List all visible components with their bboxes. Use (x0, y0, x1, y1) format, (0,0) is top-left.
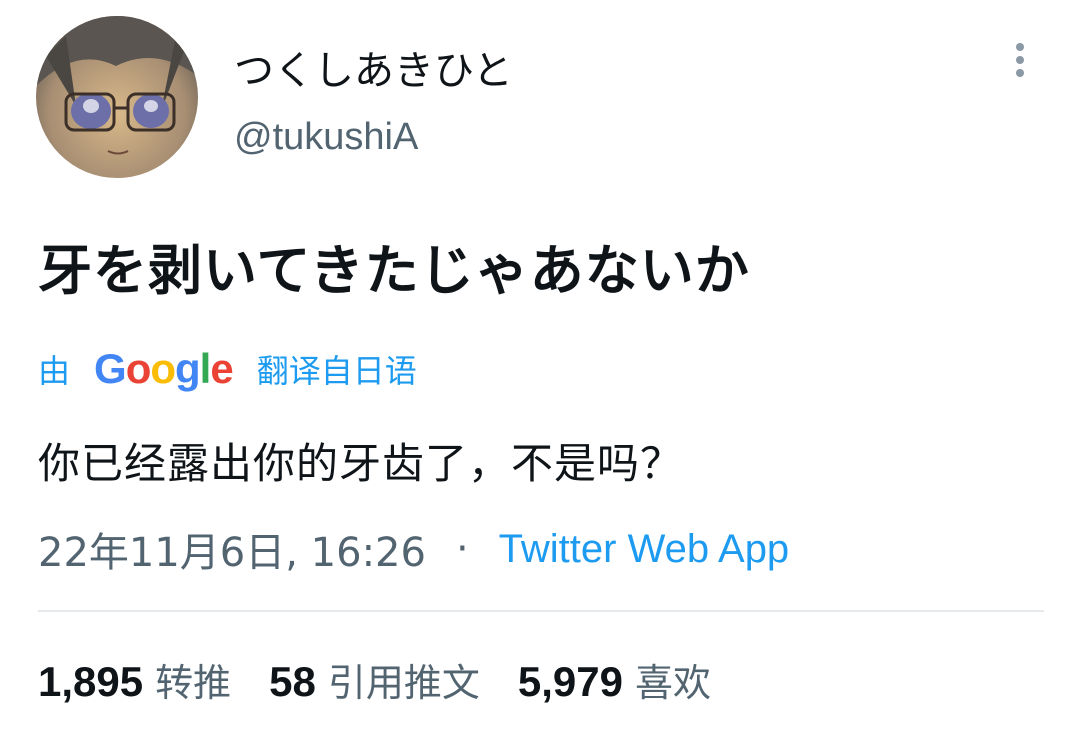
timestamp[interactable]: 22年11月6日, 16:26 (38, 520, 426, 578)
display-name[interactable]: つくしあきひと (234, 38, 513, 96)
google-letter: G (94, 345, 127, 392)
retweets-stat[interactable]: 1,895 转推 (38, 652, 231, 707)
translated-from-label[interactable]: 翻译自日语 (257, 346, 417, 392)
likes-label: 喜欢 (634, 661, 711, 705)
google-letter: g (175, 345, 201, 392)
quotes-count: 58 (269, 658, 316, 705)
quotes-label: 引用推文 (327, 661, 480, 705)
google-letter: o (125, 345, 152, 392)
more-vertical-icon[interactable] (1008, 40, 1032, 88)
retweets-label: 转推 (155, 661, 232, 705)
tweet-stats: 1,895 转推 58 引用推文 5,979 喜欢 (38, 652, 749, 707)
translated-by-label: 由 (38, 352, 71, 390)
avatar[interactable] (36, 16, 198, 178)
google-letter: l (199, 345, 212, 392)
translated-text: 你已经露出你的牙齿了，不是吗？ (38, 439, 684, 488)
tweet-text: 牙を剥いてきたじゃあないか (38, 239, 750, 302)
google-letter: o (150, 345, 176, 392)
google-logo: Google (94, 345, 234, 393)
google-letter: e (210, 345, 233, 392)
likes-stat[interactable]: 5,979 喜欢 (518, 652, 711, 707)
translation-bar: 由 Google 翻译自日语 (38, 344, 417, 394)
meta-separator: · (455, 526, 469, 572)
user-handle[interactable]: @tukushiA (234, 116, 418, 159)
source-app-link[interactable]: Twitter Web App (499, 527, 790, 572)
quotes-stat[interactable]: 58 引用推文 (269, 652, 480, 707)
retweets-count: 1,895 (38, 658, 144, 705)
divider (38, 610, 1044, 612)
avatar-image (36, 16, 198, 178)
likes-count: 5,979 (517, 658, 623, 705)
tweet-meta: 22年11月6日, 16:26 · Twitter Web App (38, 520, 789, 578)
